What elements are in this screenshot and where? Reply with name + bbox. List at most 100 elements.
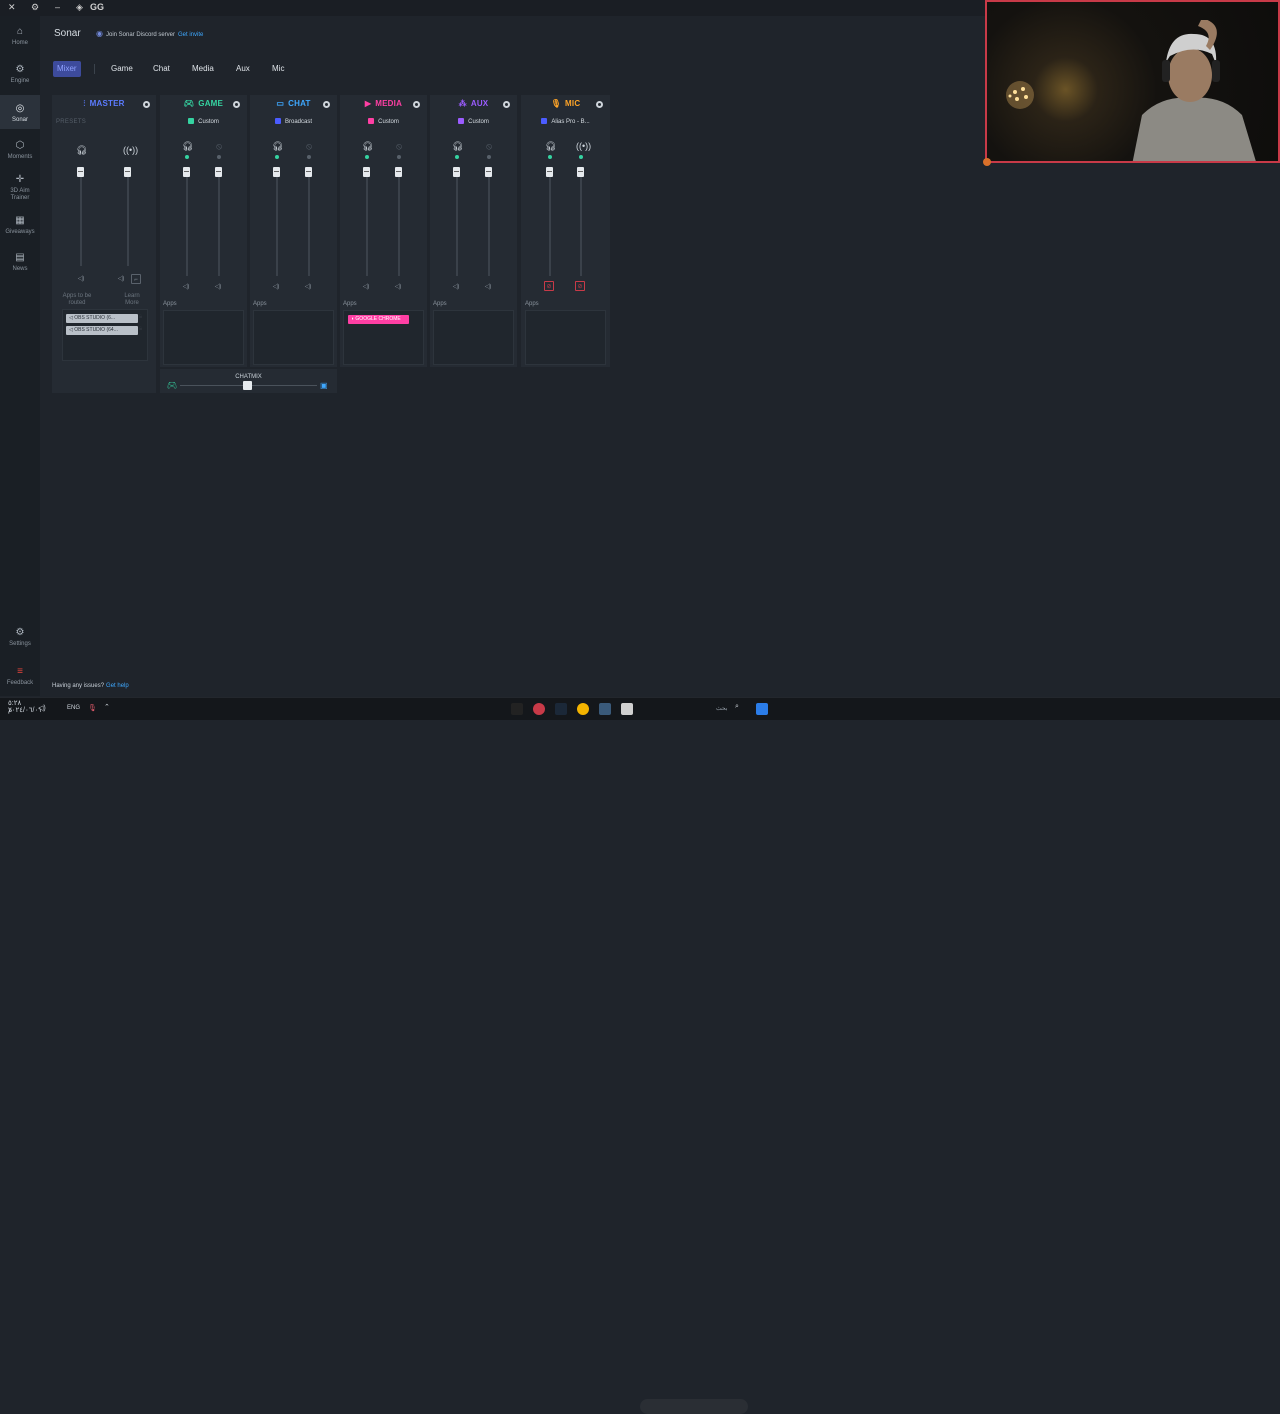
sidebar-item-settings[interactable]: ⚙ Settings [0,627,40,651]
app-chip-obs-1[interactable]: ◁ OBS STUDIO (6... [66,314,138,323]
file-explorer-taskbar-icon[interactable] [621,703,633,715]
game-headphone-slider-knob[interactable] [183,167,190,177]
media-headphone-mute-icon[interactable]: ◁) [361,282,371,292]
app-chip-obs-2[interactable]: ◁ OBS STUDIO (64... [66,326,138,335]
master-headphone-slider-knob[interactable] [77,167,84,177]
stream-off-icon[interactable]: ⦸ [484,141,494,152]
issues-text: Having any issues? [52,683,105,689]
app-chip-label: OBS STUDIO (64... [74,327,118,333]
app-taskbar-icon[interactable] [599,703,611,715]
media-headphone-slider-track[interactable] [366,172,368,276]
chat-headphone-slider-knob[interactable] [273,167,280,177]
obs-taskbar-icon[interactable] [533,703,545,715]
sidebar-item-engine[interactable]: ⚙ Engine [0,64,40,88]
mic-stream-slider-track[interactable] [580,172,582,276]
master-stream-mute-icon[interactable]: ◁) [116,274,126,284]
chat-preset[interactable]: Broadcast [250,118,337,125]
mic-stream-slider-knob[interactable] [577,167,584,177]
volume-icon[interactable]: ◁) [38,704,46,712]
tab-chat[interactable]: Chat [153,61,170,77]
get-help-link[interactable]: Get help [106,683,129,689]
aux-headphone-slider-track[interactable] [456,172,458,276]
headphones-icon[interactable]: 🎧︎ [362,141,373,152]
game-stream-slider-track[interactable] [218,172,220,276]
game-settings-icon[interactable] [233,101,240,108]
aux-stream-mute-icon[interactable]: ◁) [483,282,493,292]
mic-stream-muted-icon[interactable]: ⊘ [575,281,585,291]
media-channel: ▶ MEDIA Custom 🎧︎ ⦸ ◁) ◁) Apps ◖ GOOGLE C… [340,95,427,367]
game-stream-mute-icon[interactable]: ◁) [213,282,223,292]
sidebar-item-sonar[interactable]: ◎ Sonar [0,95,40,129]
mic-headphone-slider-knob[interactable] [546,167,553,177]
tab-mic[interactable]: Mic [272,61,284,77]
sidebar-item-home[interactable]: ⌂ Home [0,26,40,50]
master-stream-slider-knob[interactable] [124,167,131,177]
settings-icon[interactable]: ⚙ [31,2,39,13]
microphone-icon[interactable]: 🎙︎ [88,704,97,712]
headphones-icon[interactable]: 🎧︎ [182,141,193,152]
master-headphone-mute-icon[interactable]: ◁) [76,274,86,284]
tab-game[interactable]: Game [111,61,133,77]
minimize-icon[interactable]: – [55,2,60,12]
chat-headphone-slider-track[interactable] [276,172,278,276]
headphones-icon[interactable]: 🎧︎ [76,145,87,156]
media-settings-icon[interactable] [413,101,420,108]
mic-headphone-muted-icon[interactable]: ⊘ [544,281,554,291]
stream-icon[interactable]: ((•)) [123,145,138,155]
tab-mixer[interactable]: Mixer [53,61,81,77]
show-hidden-icons-icon[interactable]: ⌃ [104,703,110,711]
aux-settings-icon[interactable] [503,101,510,108]
mic-preset[interactable]: Alias Pro - B... [521,118,610,125]
media-stream-slider-track[interactable] [398,172,400,276]
headphones-icon[interactable]: 🎧︎ [452,141,463,152]
media-headphone-slider-knob[interactable] [363,167,370,177]
stream-off-icon[interactable]: ⦸ [394,141,404,152]
game-stream-slider-knob[interactable] [215,167,222,177]
steelseries-gg-taskbar-icon[interactable] [511,703,523,715]
sidebar-item-aim-trainer[interactable]: ✛ 3D Aim Trainer [0,174,40,204]
sidebar-item-news[interactable]: ▤ News [0,252,40,276]
media-stream-slider-knob[interactable] [395,167,402,177]
game-preset[interactable]: Custom [160,118,247,125]
chat-headphone-mute-icon[interactable]: ◁) [271,282,281,292]
mic-settings-icon[interactable] [596,101,603,108]
mic-headphone-slider-track[interactable] [549,172,551,276]
sidebar-item-feedback[interactable]: ≡ Feedback [0,666,40,690]
aux-headphone-slider-knob[interactable] [453,167,460,177]
learn-more-link[interactable]: Learn More [120,293,144,307]
media-preset[interactable]: Custom [340,118,427,125]
aux-stream-slider-knob[interactable] [485,167,492,177]
aux-headphone-mute-icon[interactable]: ◁) [451,282,461,292]
tab-media[interactable]: Media [192,61,214,77]
stream-off-icon[interactable]: ⦸ [214,141,224,152]
headphones-icon[interactable]: 🎧︎ [272,141,283,152]
headphones-icon[interactable]: 🎧︎ [545,141,556,152]
chat-stream-slider-knob[interactable] [305,167,312,177]
sidebar-item-giveaways[interactable]: ▦ Giveaways [0,215,40,239]
chat-stream-mute-icon[interactable]: ◁) [303,282,313,292]
game-headphone-slider-track[interactable] [186,172,188,276]
stream-off-icon[interactable]: ⦸ [304,141,314,152]
media-stream-mute-icon[interactable]: ◁) [393,282,403,292]
master-headphone-slider-track[interactable] [80,172,82,266]
tab-aux[interactable]: Aux [236,61,250,77]
windows-start-icon[interactable] [756,703,768,715]
stream-icon[interactable]: ((•)) [576,141,591,151]
chatmix-slider-knob[interactable] [243,381,252,390]
master-settings-icon[interactable] [143,101,150,108]
chat-settings-icon[interactable] [323,101,330,108]
close-icon[interactable]: ✕ [8,2,16,13]
sidebar-item-moments[interactable]: ⬡ Moments [0,140,40,164]
chat-stream-slider-track[interactable] [308,172,310,276]
steam-taskbar-icon[interactable] [555,703,567,715]
game-headphone-mute-icon[interactable]: ◁) [181,282,191,292]
chrome-taskbar-icon[interactable] [577,703,589,715]
app-chip-chrome[interactable]: ◖ GOOGLE CHROME [348,315,409,324]
master-stream-slider-track[interactable] [127,172,129,266]
aux-stream-slider-track[interactable] [488,172,490,276]
language-indicator[interactable]: ENG [67,705,80,711]
aux-preset[interactable]: Custom [430,118,517,125]
master-stream-link-icon[interactable]: ⌐ [131,274,141,284]
taskbar-search-box[interactable] [640,1399,748,1414]
discord-invite-link[interactable]: Get invite [178,32,203,38]
